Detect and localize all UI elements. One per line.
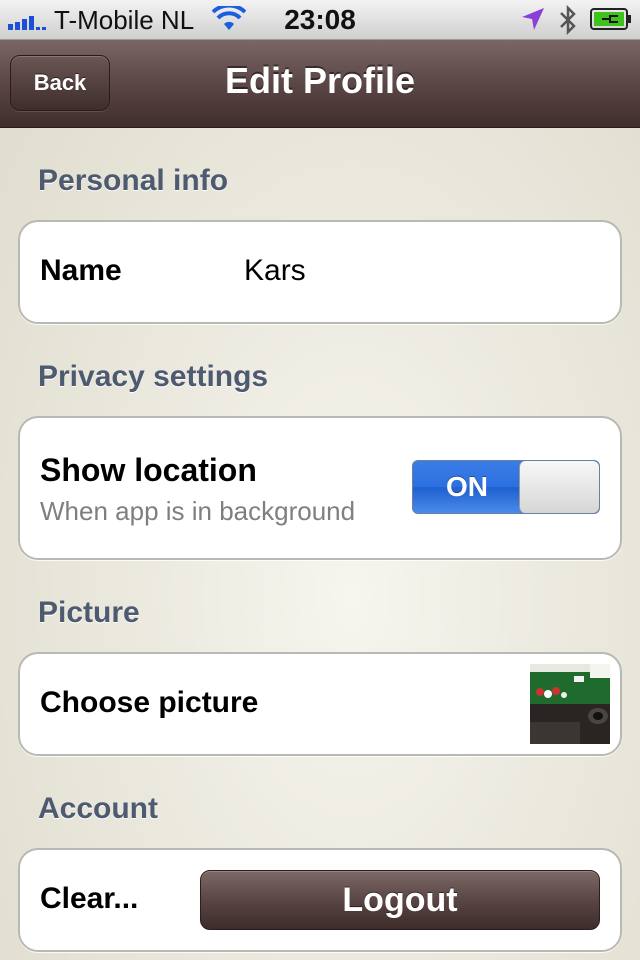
navigation-bar: Back Edit Profile	[0, 40, 640, 128]
battery-charging-icon	[590, 8, 631, 30]
status-bar: T-Mobile NL 23:08	[0, 0, 640, 40]
section-header-account: Account	[38, 792, 158, 825]
clear-label[interactable]: Clear...	[40, 882, 138, 916]
page-title: Edit Profile	[224, 60, 416, 101]
account-group: Clear... Logout	[18, 848, 622, 952]
show-location-toggle[interactable]: ON	[412, 460, 600, 514]
picture-group[interactable]: Choose picture	[18, 652, 622, 756]
name-field[interactable]: Kars	[244, 254, 306, 288]
personal-info-group: Name Kars	[18, 220, 622, 324]
logout-button[interactable]: Logout	[200, 870, 600, 930]
toggle-knob[interactable]	[519, 461, 599, 513]
section-header-personal: Personal info	[38, 164, 229, 197]
section-header-picture: Picture	[38, 596, 140, 629]
show-location-subtitle: When app is in background	[40, 496, 356, 526]
privacy-settings-group: Show location When app is in background …	[18, 416, 622, 560]
profile-picture-thumbnail[interactable]	[530, 664, 610, 744]
bluetooth-icon	[560, 4, 576, 36]
toggle-on-label: ON	[446, 471, 488, 502]
show-location-label: Show location	[40, 452, 257, 488]
name-label: Name	[40, 254, 122, 287]
choose-picture-label[interactable]: Choose picture	[40, 686, 258, 720]
section-header-privacy: Privacy settings	[38, 360, 269, 393]
location-arrow-icon	[522, 8, 544, 30]
